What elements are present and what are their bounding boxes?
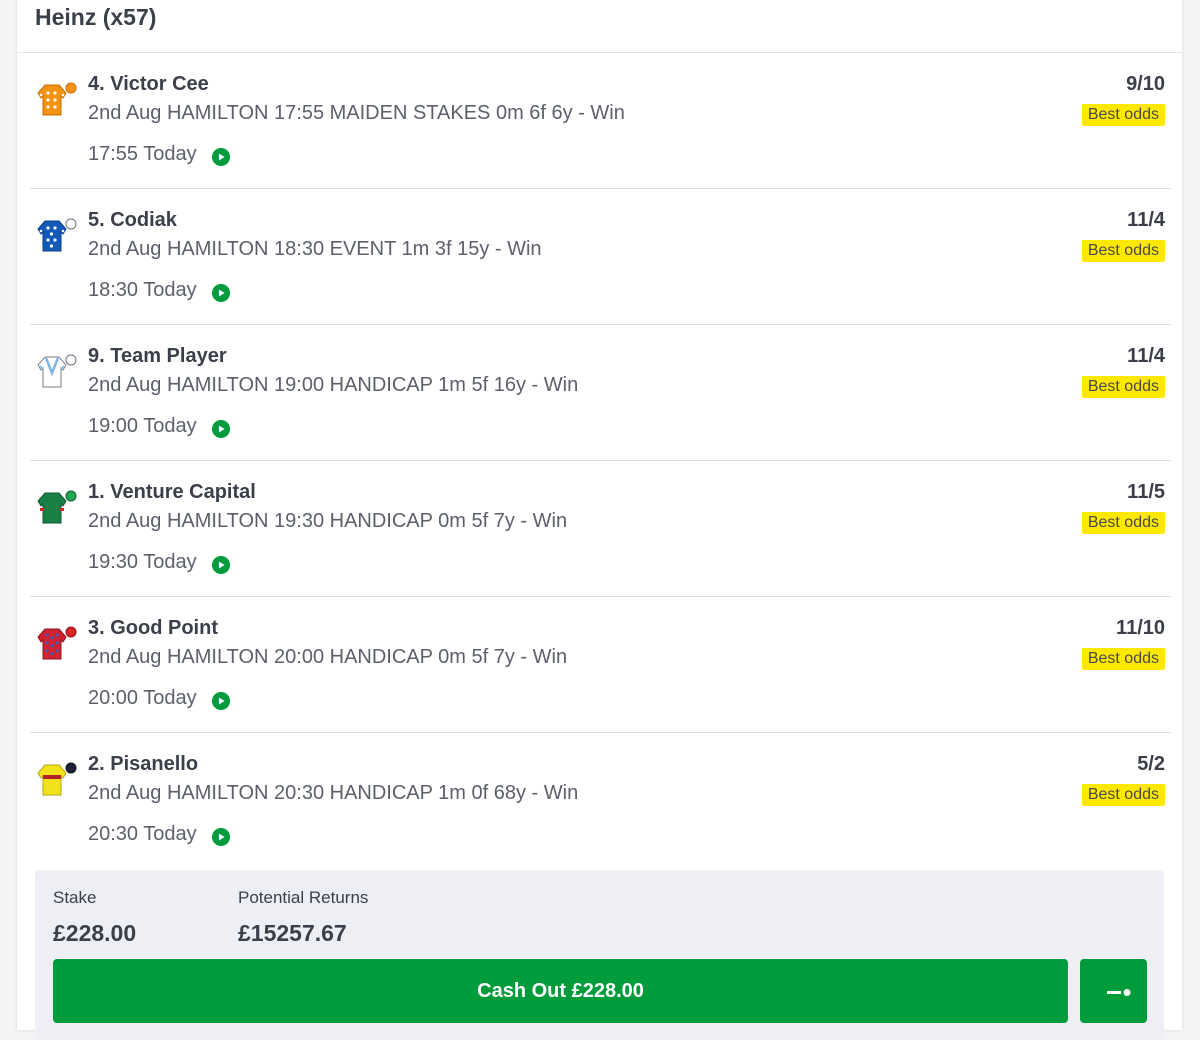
play-icon[interactable] <box>212 556 230 574</box>
race-time: 17:55 Today <box>88 143 197 165</box>
runner-name: 2. Pisanello <box>88 753 199 775</box>
best-odds-badge: Best odds <box>1081 104 1165 126</box>
runner-name: 9. Team Player <box>88 345 227 367</box>
race-description: 2nd Aug HAMILTON 17:55 MAIDEN STAKES 0m … <box>88 102 625 124</box>
runner-name: 3. Good Point <box>88 617 218 639</box>
runner-name: 4. Victor Cee <box>88 73 209 95</box>
best-odds-badge: Best odds <box>1081 376 1165 398</box>
play-icon[interactable] <box>212 692 230 710</box>
orange-silks-icon <box>37 82 77 116</box>
race-description: 2nd Aug HAMILTON 19:30 HANDICAP 0m 5f 7y… <box>88 510 568 532</box>
race-description: 2nd Aug HAMILTON 18:30 EVENT 1m 3f 15y -… <box>88 238 542 260</box>
play-icon[interactable] <box>212 828 230 846</box>
partial-cash-out-button[interactable] <box>1080 959 1147 1023</box>
bet-card: Heinz (x57) 4. Victor Cee 2nd Aug HAMILT… <box>17 0 1182 1040</box>
race-time: 20:00 Today <box>88 687 197 709</box>
bet-title: Heinz (x57) <box>35 4 157 30</box>
selection-row: 4. Victor Cee 2nd Aug HAMILTON 17:55 MAI… <box>30 53 1171 189</box>
potential-returns-label: Potential Returns <box>238 888 369 907</box>
odds: 9/10 <box>1126 73 1165 95</box>
selection-row: 3. Good Point 2nd Aug HAMILTON 20:00 HAN… <box>30 597 1171 733</box>
slider-toggle-icon <box>1107 989 1131 996</box>
stake-label: Stake <box>53 888 97 907</box>
race-time: 19:00 Today <box>88 415 197 437</box>
selection-row: 2. Pisanello 2nd Aug HAMILTON 20:30 HAND… <box>30 733 1171 869</box>
runner-name: 5. Codiak <box>88 209 177 231</box>
odds: 11/5 <box>1127 481 1165 503</box>
bet-header: Heinz (x57) <box>17 0 1182 53</box>
green-silks-icon <box>37 490 77 524</box>
play-icon[interactable] <box>212 284 230 302</box>
play-icon[interactable] <box>212 148 230 166</box>
bet-summary: Stake £228.00 Potential Returns £15257.6… <box>35 870 1164 1040</box>
best-odds-badge: Best odds <box>1081 512 1165 534</box>
race-description: 2nd Aug HAMILTON 19:00 HANDICAP 1m 5f 16… <box>88 374 579 396</box>
cash-out-button[interactable]: Cash Out £228.00 <box>53 959 1068 1023</box>
yellow-silks-icon <box>37 762 77 796</box>
race-time: 20:30 Today <box>88 823 197 845</box>
odds: 11/4 <box>1127 209 1165 231</box>
odds: 5/2 <box>1137 753 1165 775</box>
race-time: 19:30 Today <box>88 551 197 573</box>
best-odds-badge: Best odds <box>1081 648 1165 670</box>
blue-silks-icon <box>37 218 77 252</box>
race-description: 2nd Aug HAMILTON 20:30 HANDICAP 1m 0f 68… <box>88 782 579 804</box>
red-silks-icon <box>37 626 77 660</box>
odds: 11/10 <box>1116 617 1165 639</box>
best-odds-badge: Best odds <box>1081 784 1165 806</box>
selection-row: 1. Venture Capital 2nd Aug HAMILTON 19:3… <box>30 461 1171 597</box>
best-odds-badge: Best odds <box>1081 240 1165 262</box>
selection-row: 5. Codiak 2nd Aug HAMILTON 18:30 EVENT 1… <box>30 189 1171 325</box>
race-description: 2nd Aug HAMILTON 20:00 HANDICAP 0m 5f 7y… <box>88 646 568 668</box>
play-icon[interactable] <box>212 420 230 438</box>
runner-name: 1. Venture Capital <box>88 481 256 503</box>
selection-list: 4. Victor Cee 2nd Aug HAMILTON 17:55 MAI… <box>30 53 1171 869</box>
selection-row: 9. Team Player 2nd Aug HAMILTON 19:00 HA… <box>30 325 1171 461</box>
stake-value: £228.00 <box>53 920 137 946</box>
race-time: 18:30 Today <box>88 279 197 301</box>
odds: 11/4 <box>1127 345 1165 367</box>
white-silks-icon <box>37 354 77 388</box>
potential-returns-value: £15257.67 <box>238 920 347 946</box>
